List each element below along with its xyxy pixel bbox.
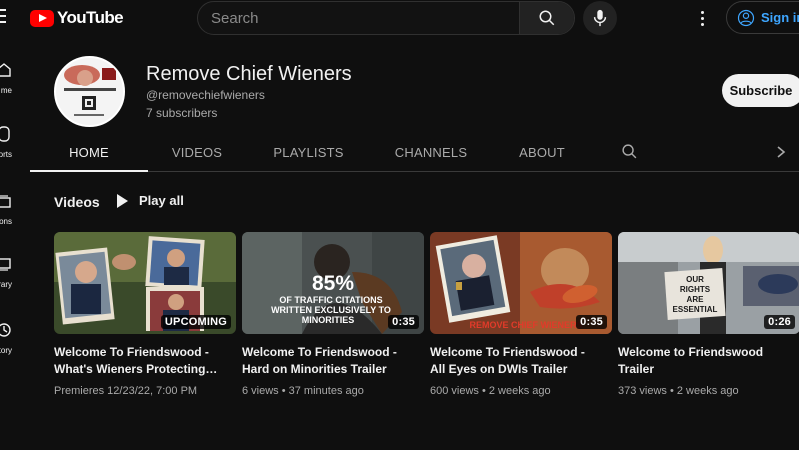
channel-name: Remove Chief Wieners bbox=[146, 63, 352, 85]
video-title[interactable]: Welcome To Friendswood - What's Wieners … bbox=[54, 344, 236, 378]
search-icon bbox=[539, 10, 555, 26]
sign-in-button[interactable]: Sign in bbox=[726, 1, 799, 34]
play-all-label: Play all bbox=[139, 193, 184, 208]
history-icon bbox=[0, 323, 11, 337]
thumb-brand-text: REMOVE CHIEF WIENERS bbox=[469, 320, 582, 330]
voice-search-button[interactable] bbox=[583, 1, 617, 35]
sign-text-3: ARE bbox=[687, 295, 705, 304]
subscribe-button[interactable]: Subscribe bbox=[722, 74, 799, 107]
video-card[interactable]: UPCOMING Welcome To Friendswood - What's… bbox=[54, 232, 236, 397]
guide-item-home[interactable]: me bbox=[0, 62, 24, 112]
guide-item-library[interactable]: rary bbox=[0, 256, 24, 306]
tab-playlists[interactable]: PLAYLISTS bbox=[246, 133, 371, 171]
guide-label: rary bbox=[0, 280, 12, 289]
channel-handle: @removechiefwieners bbox=[146, 88, 265, 102]
menu-icon[interactable] bbox=[0, 9, 10, 23]
sign-in-label: Sign in bbox=[761, 10, 799, 25]
channel-search-icon[interactable] bbox=[621, 143, 638, 160]
masthead: YouTube Sign in bbox=[0, 0, 799, 36]
guide-label: tory bbox=[0, 346, 12, 355]
tab-videos[interactable]: VIDEOS bbox=[148, 133, 246, 171]
thumb-caption-1: OF TRAFFIC CITATIONS bbox=[279, 295, 382, 305]
play-all-button[interactable]: Play all bbox=[117, 193, 184, 208]
duration-badge: 0:35 bbox=[576, 315, 607, 329]
tab-about[interactable]: ABOUT bbox=[491, 133, 593, 171]
duration-badge: 0:35 bbox=[388, 315, 419, 329]
guide-label: orts bbox=[0, 150, 12, 159]
guide-item-subscriptions[interactable]: iptions bbox=[0, 193, 24, 243]
thumb-caption-2: WRITTEN EXCLUSIVELY TO bbox=[271, 305, 391, 315]
youtube-play-icon bbox=[30, 9, 54, 27]
section-title: Videos bbox=[54, 194, 100, 210]
search-button[interactable] bbox=[519, 2, 574, 34]
guide-item-history[interactable]: tory bbox=[0, 322, 24, 372]
video-card[interactable]: OUR RIGHTS ARE ESSENTIAL 0:26 Welcome to… bbox=[618, 232, 799, 397]
subscriptions-icon bbox=[0, 195, 11, 208]
thumb-stat-text: 85% bbox=[312, 272, 354, 295]
video-meta: 600 views • 2 weeks ago bbox=[430, 385, 551, 397]
video-title[interactable]: Welcome To Friendswood - All Eyes on DWI… bbox=[430, 344, 612, 378]
video-thumbnail[interactable]: REMOVE CHIEF WIENERS 0:35 bbox=[430, 232, 612, 334]
shorts-icon bbox=[0, 126, 10, 142]
video-meta: Premieres 12/23/22, 7:00 PM bbox=[54, 385, 198, 397]
video-thumbnail[interactable]: UPCOMING bbox=[54, 232, 236, 334]
thumb-caption-3: MINORITIES bbox=[302, 315, 355, 325]
video-card[interactable]: 85% OF TRAFFIC CITATIONS WRITTEN EXCLUSI… bbox=[242, 232, 424, 397]
channel-avatar bbox=[54, 56, 125, 127]
channel-logo-image bbox=[56, 58, 123, 125]
sign-text-2: RIGHTS bbox=[680, 285, 711, 294]
chevron-right-icon[interactable] bbox=[775, 145, 787, 159]
video-meta: 6 views • 37 minutes ago bbox=[242, 385, 364, 397]
video-title[interactable]: Welcome to Friendswood Trailer bbox=[618, 344, 799, 378]
home-icon bbox=[0, 63, 11, 77]
youtube-logo[interactable]: YouTube bbox=[30, 8, 124, 28]
search-box bbox=[197, 1, 575, 35]
video-meta: 373 views • 2 weeks ago bbox=[618, 385, 739, 397]
account-icon bbox=[737, 9, 755, 26]
tab-channels[interactable]: CHANNELS bbox=[371, 133, 491, 171]
library-icon bbox=[0, 258, 11, 271]
settings-more-button[interactable] bbox=[692, 8, 712, 28]
channel-tabs: HOME VIDEOS PLAYLISTS CHANNELS ABOUT bbox=[30, 133, 799, 172]
guide-item-shorts[interactable]: orts bbox=[0, 126, 24, 176]
guide-label: iptions bbox=[0, 217, 12, 226]
sign-text-4: ESSENTIAL bbox=[673, 305, 718, 314]
subscriber-count: 7 subscribers bbox=[146, 106, 218, 120]
more-vert-icon bbox=[700, 10, 704, 14]
video-title[interactable]: Welcome To Friendswood - Hard on Minorit… bbox=[242, 344, 424, 378]
logo-text: YouTube bbox=[57, 8, 124, 27]
sign-text-1: OUR bbox=[686, 275, 704, 284]
search-input[interactable] bbox=[198, 2, 521, 34]
video-card[interactable]: REMOVE CHIEF WIENERS 0:35 Welcome To Fri… bbox=[430, 232, 612, 397]
video-thumbnail[interactable]: 85% OF TRAFFIC CITATIONS WRITTEN EXCLUSI… bbox=[242, 232, 424, 334]
guide-label: me bbox=[0, 86, 12, 95]
duration-badge: 0:26 bbox=[764, 315, 795, 329]
microphone-icon bbox=[593, 9, 607, 27]
video-thumbnail[interactable]: OUR RIGHTS ARE ESSENTIAL 0:26 bbox=[618, 232, 799, 334]
tab-home[interactable]: HOME bbox=[30, 133, 148, 172]
play-icon bbox=[117, 193, 128, 208]
upcoming-badge: UPCOMING bbox=[160, 315, 231, 329]
